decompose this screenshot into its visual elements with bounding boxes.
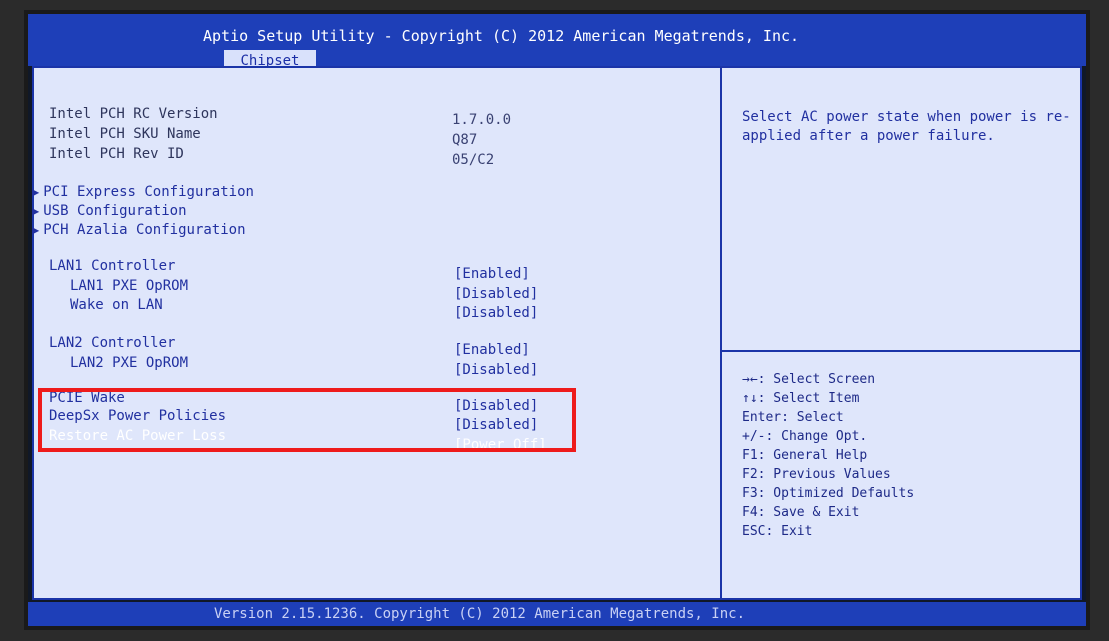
option-lan1-controller[interactable]: LAN1 Controller — [49, 258, 175, 274]
panel-divider — [720, 68, 722, 598]
submenu-label: USB Configuration — [43, 203, 187, 219]
bios-screen: Aptio Setup Utility - Copyright (C) 2012… — [28, 14, 1086, 626]
key-enter: Enter: Select — [742, 410, 844, 425]
key-select-item: ↑↓: Select Item — [742, 391, 860, 406]
option-lan1-pxe-value[interactable]: [Disabled] — [454, 286, 538, 302]
submenu-arrow-icon: ▶ — [32, 204, 40, 218]
main-panel: Intel PCH RC Version 1.7.0.0 Intel PCH S… — [32, 66, 1082, 600]
footer-bar: Version 2.15.1236. Copyright (C) 2012 Am… — [28, 602, 1086, 626]
option-lan2-controller[interactable]: LAN2 Controller — [49, 335, 175, 351]
option-lan1-pxe[interactable]: LAN1 PXE OpROM — [70, 278, 188, 294]
key-f1: F1: General Help — [742, 448, 868, 463]
info-label-sku: Intel PCH SKU Name — [49, 126, 201, 142]
option-lan2-pxe-value[interactable]: [Disabled] — [454, 362, 538, 378]
info-label-rev-id: Intel PCH Rev ID — [49, 146, 184, 162]
option-lan1-controller-value[interactable]: [Enabled] — [454, 266, 530, 282]
help-text: Select AC power state when power is re-a… — [742, 109, 1071, 144]
submenu-pci-express[interactable]: ▶ PCI Express Configuration — [32, 184, 254, 200]
info-value-rev-id: 05/C2 — [452, 152, 495, 168]
option-lan2-pxe[interactable]: LAN2 PXE OpROM — [70, 355, 188, 371]
submenu-arrow-icon: ▶ — [32, 223, 40, 237]
key-f2: F2: Previous Values — [742, 467, 891, 482]
title-bar: Aptio Setup Utility - Copyright (C) 2012… — [28, 14, 1086, 66]
submenu-usb[interactable]: ▶ USB Configuration — [32, 203, 187, 219]
submenu-arrow-icon: ▶ — [32, 185, 40, 199]
help-divider — [722, 350, 1080, 352]
info-value-sku: Q87 — [452, 132, 478, 148]
info-value-rc-version: 1.7.0.0 — [452, 112, 512, 128]
key-legend: →←: Select Screen ↑↓: Select Item Enter:… — [742, 370, 1072, 541]
info-label-rc-version: Intel PCH RC Version — [49, 106, 218, 122]
key-select-screen: →←: Select Screen — [742, 372, 876, 387]
key-change-opt: +/-: Change Opt. — [742, 429, 868, 444]
key-esc: ESC: Exit — [742, 524, 813, 539]
submenu-label: PCI Express Configuration — [43, 184, 254, 200]
option-wake-on-lan-value[interactable]: [Disabled] — [454, 305, 538, 321]
key-f3: F3: Optimized Defaults — [742, 486, 915, 501]
key-f4: F4: Save & Exit — [742, 505, 860, 520]
option-lan2-controller-value[interactable]: [Enabled] — [454, 342, 530, 358]
app-title: Aptio Setup Utility - Copyright (C) 2012… — [203, 27, 800, 45]
option-wake-on-lan[interactable]: Wake on LAN — [70, 297, 163, 313]
submenu-label: PCH Azalia Configuration — [43, 222, 246, 238]
footer-version: Version 2.15.1236. Copyright (C) 2012 Am… — [214, 606, 746, 622]
highlight-box — [38, 388, 576, 452]
submenu-pch-azalia[interactable]: ▶ PCH Azalia Configuration — [32, 222, 246, 238]
